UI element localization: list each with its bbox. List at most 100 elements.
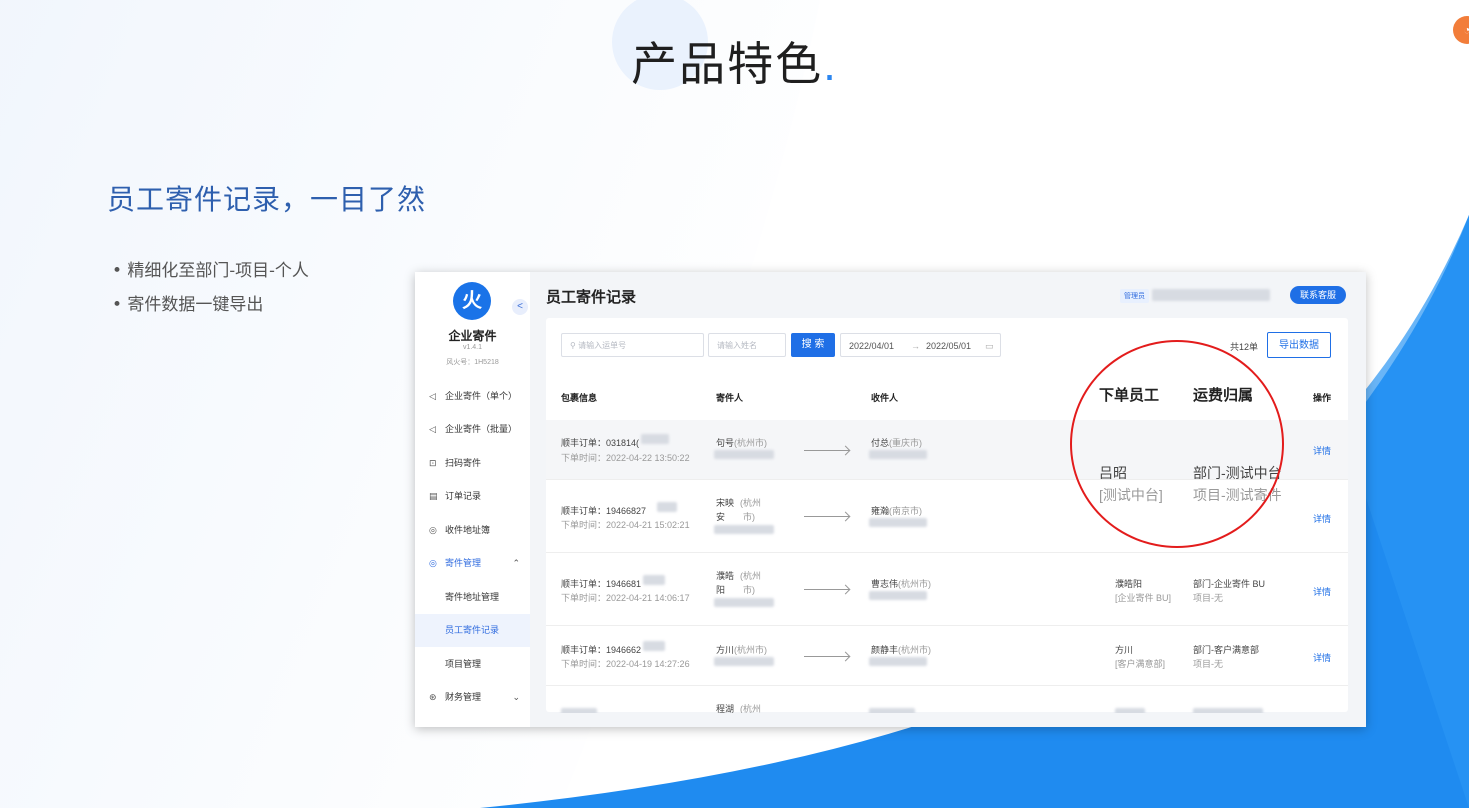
redacted-order	[657, 502, 677, 512]
employee-name: 濮皓阳	[1115, 579, 1143, 589]
chevron-left-icon[interactable]: <	[512, 299, 528, 315]
details-link[interactable]: 详情	[1313, 444, 1331, 457]
search-button[interactable]: 搜 索	[791, 333, 835, 357]
billing-dept: 部门-客户满意部	[1193, 645, 1259, 655]
app-name: 企业寄件	[448, 329, 497, 343]
slide-title-text: 产品特色	[631, 38, 824, 90]
sidebar-item-orders[interactable]: ▤ 订单记录	[415, 480, 530, 513]
send-icon: ◁	[429, 391, 436, 401]
order-number: 顺丰订单：1946681	[561, 579, 642, 589]
order-number: 顺丰订单：19466827	[561, 506, 647, 516]
slide-title-dot: .	[823, 38, 838, 90]
order-time: 下单时间：2022-04-21 14:06:17	[561, 593, 690, 603]
sidebar-item-label: 企业寄件（批量）	[445, 424, 518, 434]
billing-dept: 部门-企业寄件 BU	[1193, 579, 1266, 589]
manage-icon: ◎	[429, 558, 437, 568]
sidebar-item-label: 企业寄件（单个）	[445, 391, 518, 401]
order-icon: ▤	[429, 491, 438, 501]
sidebar-item-send-batch[interactable]: ◁ 企业寄件（批量）	[415, 413, 530, 446]
sidebar-item-address-book[interactable]: ◎ 收件地址簿	[415, 514, 530, 547]
sender-name-line2: 阳	[716, 585, 726, 595]
scan-icon: ⊡	[429, 458, 437, 468]
sidebar-item-label: 订单记录	[445, 491, 482, 501]
arrow-right-icon: →	[911, 341, 920, 351]
sender-name-line1: 濮皓	[716, 571, 735, 581]
sender-city-line1: (杭州	[740, 571, 761, 581]
employee-name: 方川	[1115, 645, 1134, 655]
waybill-placeholder: 请输入运单号	[578, 341, 627, 350]
sender-name: 方川(杭州市)	[716, 645, 768, 655]
redacted-phone	[714, 598, 774, 607]
order-time: 下单时间：2022-04-22 13:50:22	[561, 453, 690, 463]
details-link[interactable]: 详情	[1313, 512, 1331, 525]
redacted-receiver	[869, 708, 915, 713]
sidebar-item-label: 寄件地址管理	[445, 592, 500, 602]
name-search-input[interactable]: 请输入姓名	[708, 333, 786, 357]
redacted-phone	[714, 657, 774, 666]
contact-support-button[interactable]: 联系客服	[1290, 286, 1347, 304]
page-title: 员工寄件记录	[546, 289, 637, 306]
sender-city-line1: (杭州	[740, 704, 761, 713]
arrow-right-icon	[804, 450, 849, 451]
finance-icon: ⊛	[429, 692, 437, 702]
sidebar-item-send-manage[interactable]: ◎ 寄件管理 ⌃	[415, 547, 530, 580]
sidebar-item-label: 寄件管理	[445, 558, 482, 568]
bullet-item: • 寄件数据一键导出	[112, 295, 264, 315]
slide-subtitle: 员工寄件记录，一目了然	[107, 183, 427, 216]
table-row: 程湖 (杭州	[546, 685, 1348, 713]
redacted-order	[643, 575, 665, 585]
sidebar-item-finance[interactable]: ⊛ 财务管理 ⌄	[415, 681, 530, 714]
arrow-right-icon	[804, 589, 849, 590]
details-link[interactable]: 详情	[1313, 651, 1331, 664]
receiver-name: 付总(重庆市)	[871, 438, 923, 448]
sidebar-item-label: 收件地址簿	[445, 525, 491, 535]
app-version: v1.4.1	[462, 344, 483, 351]
receiver-name: 曹志伟(杭州市)	[871, 579, 932, 589]
sender-city-line2: 市)	[743, 585, 755, 595]
sender-city-line1: (杭州	[740, 498, 761, 508]
redacted-account	[1152, 289, 1270, 301]
details-link[interactable]: 详情	[1313, 585, 1331, 598]
column-header-sender: 寄件人	[716, 393, 744, 403]
receiver-name: 雍瀚(南京市)	[871, 506, 923, 516]
chevron-up-icon: ⌃	[512, 558, 520, 568]
sidebar-item-sender-address[interactable]: 寄件地址管理	[415, 581, 530, 614]
role-badge: 管理员	[1120, 289, 1149, 303]
sidebar-item-label: 员工寄件记录	[445, 625, 500, 635]
arrow-right-icon	[804, 516, 849, 517]
sender-name: 句号(杭州市)	[716, 438, 768, 448]
total-count: 共12单	[1230, 342, 1259, 352]
sender-name-line1: 程湖	[716, 704, 735, 713]
date-range-picker[interactable]: 2022/04/01 → 2022/05/01 ▭	[840, 333, 1001, 357]
sidebar-item-label: 项目管理	[445, 659, 482, 669]
waybill-search-input[interactable]: ⚲ 请输入运单号	[561, 333, 704, 357]
redacted-employee	[1115, 708, 1145, 713]
sidebar-item-send-single[interactable]: ◁ 企业寄件（单个）	[415, 380, 530, 413]
sender-name-line2: 安	[716, 512, 726, 522]
send-batch-icon: ◁	[429, 424, 436, 434]
redacted-phone	[869, 450, 927, 459]
redacted-phone	[869, 518, 927, 527]
redacted-order	[561, 708, 597, 713]
app-id: 风火号：1H5218	[446, 359, 499, 366]
date-end: 2022/05/01	[926, 341, 972, 351]
sender-name-line1: 宋映	[716, 498, 735, 508]
billing-project: 项目-无	[1193, 593, 1223, 603]
export-data-button[interactable]: 导出数据	[1267, 332, 1331, 358]
sidebar-item-employee-records[interactable]: 员工寄件记录	[415, 614, 530, 647]
redacted-phone	[869, 591, 927, 600]
employee-dept: [客户满意部]	[1115, 659, 1166, 669]
sidebar-item-scan[interactable]: ⊡ 扫码寄件	[415, 447, 530, 480]
highlight-circle	[1070, 340, 1284, 548]
chevron-down-icon: ⌄	[512, 692, 520, 702]
redacted-billing	[1193, 708, 1263, 713]
calendar-icon: ▭	[985, 341, 994, 351]
sidebar-item-projects[interactable]: 项目管理	[415, 648, 530, 681]
sender-city-line2: 市)	[743, 512, 755, 522]
receiver-name: 颜静丰(杭州市)	[871, 645, 932, 655]
order-time: 下单时间：2022-04-19 14:27:26	[561, 659, 690, 669]
order-time: 下单时间：2022-04-21 15:02:21	[561, 520, 690, 530]
slide-title: 产品特色.	[0, 28, 1469, 94]
search-icon: ⚲	[570, 341, 576, 350]
sidebar: 火 < 企业寄件 v1.4.1 风火号：1H5218 ◁ 企业寄件（单个） ◁ …	[415, 272, 530, 727]
